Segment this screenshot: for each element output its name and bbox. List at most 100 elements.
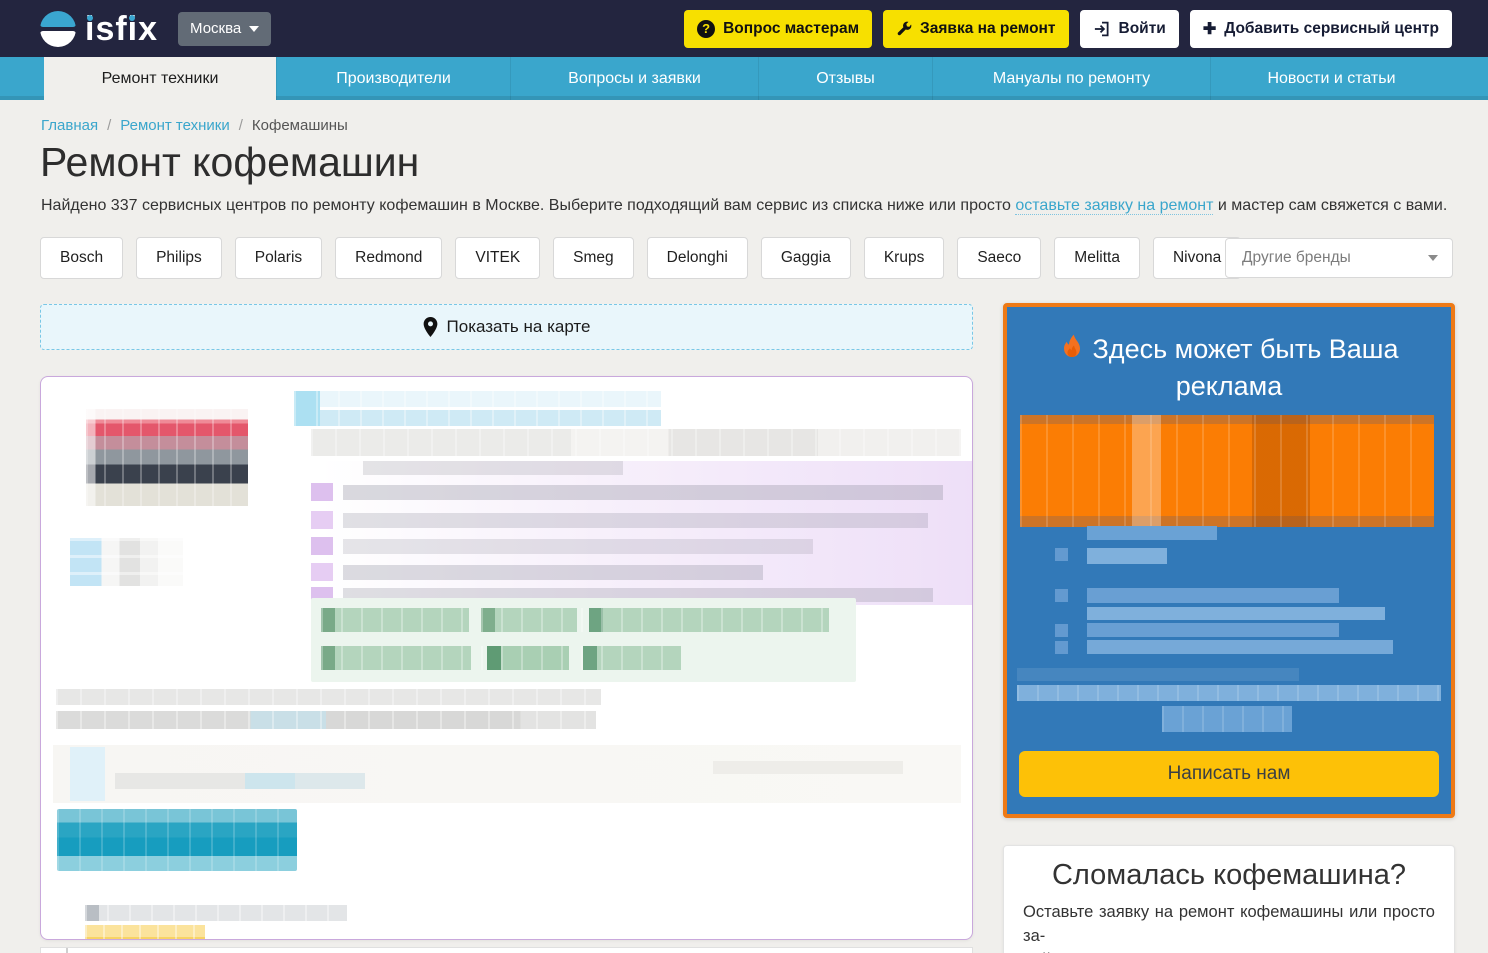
logo-ball-icon: [40, 11, 76, 47]
main-nav: Ремонт техники Производители Вопросы и з…: [0, 57, 1488, 100]
blurred-cell: [115, 773, 365, 789]
logo-i2-dot-icon: [129, 15, 135, 21]
blurred-edge: [66, 948, 68, 953]
next-listing-card-partial: [40, 947, 973, 953]
brand-redmond[interactable]: Redmond: [335, 237, 442, 279]
tab-reviews[interactable]: Отзывы: [758, 57, 932, 100]
brand-delonghi[interactable]: Delonghi: [647, 237, 748, 279]
blurred-rating-block: [70, 538, 183, 586]
logo-text-value: isfix: [85, 10, 158, 48]
wrench-icon: [896, 21, 912, 37]
other-brands-dropdown[interactable]: Другие бренды: [1225, 238, 1453, 278]
login-button[interactable]: Войти: [1080, 10, 1179, 48]
blurred-cell: [70, 747, 105, 801]
top-bar: isfix Москва ? Вопрос мастерам Заявка на…: [0, 0, 1488, 57]
brand-bosch[interactable]: Bosch: [40, 237, 123, 279]
show-on-map-label: Показать на карте: [447, 317, 591, 337]
intro-after: и мастер сам свяжется с вами.: [1213, 197, 1447, 214]
city-selector[interactable]: Москва: [178, 12, 271, 46]
breadcrumb-separator: /: [230, 117, 252, 134]
brand-philips[interactable]: Philips: [136, 237, 222, 279]
blurred-ad-bullet: [1055, 589, 1068, 602]
chevron-down-icon: [249, 26, 259, 32]
breadcrumb-repair-link[interactable]: Ремонт техники: [120, 117, 229, 134]
blurred-bullet: [311, 563, 333, 581]
blurred-table-row: [53, 745, 961, 803]
brand-melitta[interactable]: Melitta: [1054, 237, 1140, 279]
blurred-line: [343, 513, 928, 528]
show-on-map-button[interactable]: Показать на карте: [40, 304, 973, 350]
add-service-center-button[interactable]: ✚ Добавить сервисный центр: [1190, 10, 1452, 48]
blurred-ad-line: [1162, 706, 1292, 732]
blurred-line: [56, 689, 601, 705]
brand-krups[interactable]: Krups: [864, 237, 945, 279]
ask-masters-label: Вопрос мастерам: [723, 20, 859, 38]
blurred-ad-line: [1087, 623, 1339, 637]
blurred-line: [343, 565, 763, 580]
tab-manufacturers[interactable]: Производители: [276, 57, 510, 100]
logo-text: isfix: [85, 12, 158, 46]
blurred-ad-bullet: [1055, 624, 1068, 637]
brand-polaris[interactable]: Polaris: [235, 237, 322, 279]
chevron-down-icon: [1428, 255, 1438, 261]
top-actions: ? Вопрос мастерам Заявка на ремонт Войти…: [684, 10, 1452, 48]
blurred-ad-line: [1017, 685, 1441, 701]
blurred-bullet: [311, 483, 333, 501]
leave-request-link[interactable]: оставьте заявку на ремонт: [1015, 197, 1213, 215]
blurred-ad-line: [1087, 526, 1217, 540]
brand-vitek[interactable]: VITEK: [455, 237, 540, 279]
broken-card-title: Сломалась кофемашина?: [1004, 859, 1454, 892]
ask-masters-button[interactable]: ? Вопрос мастерам: [684, 10, 872, 48]
blurred-description-block: [293, 461, 973, 605]
sign-in-icon: [1093, 20, 1111, 38]
tab-repair-manuals[interactable]: Мануалы по ремонту: [932, 57, 1210, 100]
logo[interactable]: isfix: [40, 11, 158, 47]
blurred-phone-button: [57, 809, 297, 871]
repair-request-label: Заявка на ремонт: [920, 20, 1055, 38]
repair-request-button[interactable]: Заявка на ремонт: [883, 10, 1068, 48]
brand-gaggia[interactable]: Gaggia: [761, 237, 851, 279]
breadcrumb-home-link[interactable]: Главная: [41, 117, 98, 134]
blurred-ad-bullet: [1055, 548, 1068, 561]
blurred-title-line: [294, 391, 661, 426]
blurred-tags-block: [311, 598, 856, 682]
blurred-review-line: [85, 905, 347, 921]
blurred-ad-line: [1087, 607, 1385, 620]
blurred-bullet: [311, 511, 333, 529]
ad-block: Здесь может быть Ваша реклама Написать н…: [1003, 303, 1455, 818]
breadcrumb-current: Кофемашины: [252, 117, 348, 134]
tab-repair-tech[interactable]: Ремонт техники: [44, 57, 276, 100]
add-service-center-label: Добавить сервисный центр: [1224, 20, 1439, 38]
breadcrumb: Главная/Ремонт техники/Кофемашины: [41, 117, 348, 134]
blurred-tag-row: [321, 646, 681, 670]
page: isfix Москва ? Вопрос мастерам Заявка на…: [0, 0, 1488, 953]
broken-machine-card: Сломалась кофемашина? Оставьте заявку на…: [1003, 845, 1455, 953]
blurred-cell: [713, 761, 903, 774]
blurred-ad-line: [1087, 640, 1393, 654]
city-selector-label: Москва: [190, 20, 241, 37]
service-center-card-blurred: [40, 376, 973, 940]
tab-questions-requests[interactable]: Вопросы и заявки: [510, 57, 758, 100]
write-to-us-button[interactable]: Написать нам: [1019, 751, 1439, 797]
brand-smeg[interactable]: Smeg: [553, 237, 634, 279]
page-title: Ремонт кофемашин: [40, 139, 419, 186]
blurred-company-logo: [86, 409, 248, 506]
blurred-bullet: [311, 537, 333, 555]
intro-text: Найдено 337 сервисных центров по ремонту…: [41, 197, 1448, 215]
ad-title: Здесь может быть Ваша реклама: [1007, 333, 1451, 403]
other-brands-label: Другие бренды: [1242, 249, 1351, 267]
question-circle-icon: ?: [697, 20, 715, 38]
brand-saeco[interactable]: Saeco: [957, 237, 1041, 279]
blurred-line: [56, 711, 596, 729]
ad-title-text: Здесь может быть Ваша реклама: [1093, 334, 1399, 401]
blurred-ad-line: [1087, 588, 1339, 603]
blurred-line: [343, 539, 813, 554]
blurred-star-rating: [85, 925, 205, 940]
flame-icon: [1060, 334, 1084, 370]
blurred-line: [363, 461, 623, 475]
blurred-subtitle-line: [311, 429, 961, 456]
breadcrumb-separator: /: [98, 117, 120, 134]
broken-card-line1: Оставьте заявку на ремонт кофемашины или…: [1023, 903, 1435, 945]
tab-news-articles[interactable]: Новости и статьи: [1210, 57, 1452, 100]
brand-filter-row: Bosch Philips Polaris Redmond VITEK Smeg…: [40, 237, 1241, 279]
